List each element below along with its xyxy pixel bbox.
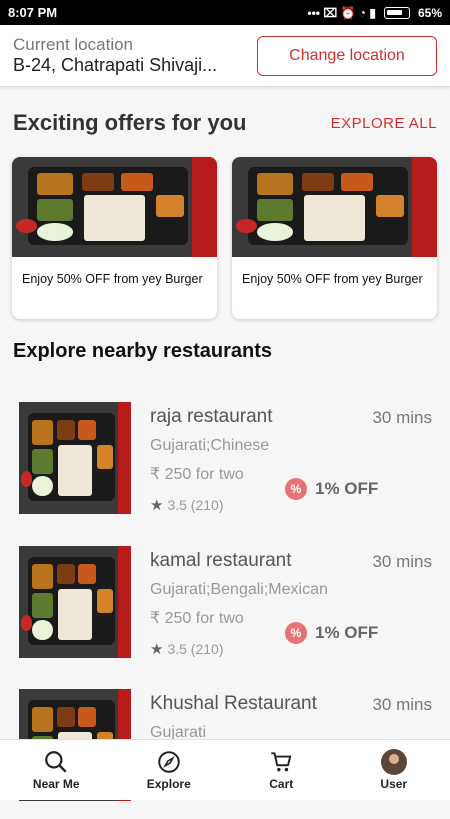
battery-icon: [383, 6, 410, 19]
cart-icon: [271, 752, 292, 772]
explore-all-link[interactable]: EXPLORE ALL: [331, 115, 437, 132]
nearby-title: Explore nearby restaurants: [13, 340, 272, 362]
change-location-button[interactable]: Change location: [257, 35, 437, 76]
offers-title: Exciting offers for you: [13, 110, 247, 135]
status-bar: 8:07 PM ••• ⌧ ⏰ ◔ ▮ 65%: [0, 0, 450, 25]
nav-user-label: User: [380, 777, 408, 791]
restaurant-item[interactable]: kamal restaurant 30 mins Gujarati;Bengal…: [0, 546, 450, 676]
restaurant-name: raja restaurant: [150, 406, 273, 427]
offer-card[interactable]: Enjoy 50% OFF from yey Burger: [12, 157, 217, 319]
restaurant-price: ₹ 250 for two: [150, 610, 244, 627]
battery-percent: 65%: [417, 5, 442, 20]
star-icon: ★: [150, 497, 164, 514]
restaurant-name: Khushal Restaurant: [150, 693, 317, 714]
restaurant-cuisine: Gujarati;Bengali;Mexican: [150, 581, 328, 598]
nav-user[interactable]: User: [349, 749, 439, 791]
star-icon: ★: [150, 641, 164, 658]
offer-value: 1% OFF: [315, 479, 379, 498]
restaurant-rating: ★ 3.5 (210): [150, 496, 224, 514]
nav-cart[interactable]: Cart: [236, 749, 326, 791]
restaurant-image: [19, 402, 131, 514]
offer-text: Enjoy 50% OFF from yey Burger: [242, 272, 423, 286]
location-address: B-24, Chatrapati Shivaji...: [13, 55, 218, 75]
offer-value: 1% OFF: [315, 623, 379, 642]
rating-value: 3.5 (210): [167, 497, 224, 513]
restaurant-offer: % 1% OFF: [285, 622, 378, 644]
restaurant-rating: ★ 3.5 (210): [150, 640, 224, 658]
nav-explore-label: Explore: [146, 777, 191, 791]
compass-icon: [158, 751, 180, 773]
restaurant-name: kamal restaurant: [150, 550, 292, 571]
avatar: [380, 749, 407, 775]
nav-explore[interactable]: Explore: [124, 749, 214, 791]
status-time: 8:07 PM: [8, 5, 58, 20]
restaurant-time: 30 mins: [372, 695, 432, 714]
percent-badge-icon: %: [285, 622, 307, 644]
restaurant-time: 30 mins: [372, 552, 432, 571]
offer-image: [232, 157, 437, 257]
status-icons: ••• ⌧ ⏰ ◔ ▮ 65%: [307, 6, 442, 20]
nav-cart-label: Cart: [269, 777, 294, 791]
location-bar: Current location B-24, Chatrapati Shivaj…: [0, 25, 450, 87]
location-label: Current location: [13, 35, 134, 54]
status-indicator-icons: ••• ⌧ ⏰ ◔ ▮: [307, 5, 376, 20]
percent-badge-icon: %: [285, 478, 307, 500]
restaurant-cuisine: Gujarati;Chinese: [150, 437, 270, 454]
nav-near-me-label: Near Me: [32, 777, 80, 791]
nav-near-me[interactable]: Near Me: [11, 749, 101, 791]
restaurant-time: 30 mins: [372, 408, 432, 427]
offer-image: [12, 157, 217, 257]
restaurant-item[interactable]: raja restaurant 30 mins Gujarati;Chinese…: [0, 402, 450, 532]
restaurant-price: ₹ 250 for two: [150, 466, 244, 483]
bottom-nav: Near Me Explore Cart User: [0, 739, 450, 800]
restaurant-image: [19, 546, 131, 658]
offer-text: Enjoy 50% OFF from yey Burger: [22, 272, 203, 286]
location-text: Current location B-24, Chatrapati Shivaj…: [13, 35, 257, 76]
rating-value: 3.5 (210): [167, 641, 224, 657]
search-icon: [45, 751, 67, 773]
offer-card[interactable]: Enjoy 50% OFF from yey Burger: [232, 157, 437, 319]
offers-header: Exciting offers for you EXPLORE ALL: [13, 110, 437, 136]
restaurant-offer: % 1% OFF: [285, 478, 378, 500]
